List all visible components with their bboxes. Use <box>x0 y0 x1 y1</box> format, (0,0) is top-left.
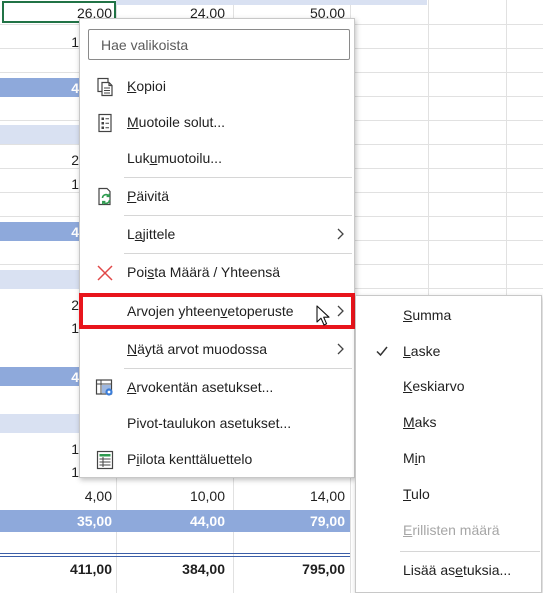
table-cell[interactable]: 1 <box>0 462 79 482</box>
menu-item-remove-field[interactable]: Poista Määrä / Yhteensä <box>81 254 353 290</box>
format-cells-icon <box>98 113 112 133</box>
menu-item-label: Arvokentän asetukset... <box>127 379 274 395</box>
table-cell[interactable]: 44,00 <box>117 511 225 531</box>
mouse-cursor-icon <box>316 305 330 326</box>
menu-item-number-format[interactable]: Lukumuotoilu... <box>81 140 353 176</box>
table-cell[interactable]: 1 <box>0 32 79 52</box>
submenu-item-sum[interactable]: Summa <box>357 297 541 333</box>
group-band <box>0 125 79 144</box>
table-cell[interactable]: 795,00 <box>234 559 345 579</box>
table-cell[interactable]: 4 <box>0 367 79 387</box>
menu-item-label: Kopioi <box>127 78 166 94</box>
grand-total-border <box>0 553 350 557</box>
submenu-item-product[interactable]: Tulo <box>357 476 541 512</box>
menu-item-pivot-options[interactable]: Pivot-taulukon asetukset... <box>81 405 353 441</box>
checkmark-icon <box>376 346 388 357</box>
menu-search-input[interactable] <box>88 29 350 60</box>
menu-item-copy[interactable]: Kopioi <box>81 68 353 104</box>
copy-icon <box>97 77 113 97</box>
submenu-item-label: Laske <box>403 343 441 359</box>
table-cell[interactable]: 1 <box>0 439 79 459</box>
submenu-item-label: Lisää asetuksia... <box>403 562 512 578</box>
submenu-item-distinct-count: Erillisten määrä <box>357 512 541 548</box>
menu-item-label: Pivot-taulukon asetukset... <box>127 415 292 431</box>
chevron-right-icon <box>337 305 344 317</box>
menu-item-value-field-settings[interactable]: Arvokentän asetukset... <box>81 369 353 405</box>
table-cell[interactable]: 2 <box>0 150 79 170</box>
menu-item-show-values-as[interactable]: Näytä arvot muodossa <box>81 331 353 367</box>
group-band <box>0 270 79 289</box>
submenu-item-min[interactable]: Min <box>357 440 541 476</box>
menu-item-sort[interactable]: Lajittele <box>81 216 353 252</box>
submenu-item-max[interactable]: Maks <box>357 404 541 440</box>
menu-item-summarize-values-by[interactable]: Arvojen yhteenvetoperuste <box>79 293 355 329</box>
table-cell[interactable]: 4,00 <box>0 486 112 506</box>
context-menu: Kopioi Muotoile solut... Lukumuotoilu...… <box>79 18 355 478</box>
refresh-icon <box>98 187 111 206</box>
menu-item-label: Arvojen yhteenvetoperuste <box>127 303 294 319</box>
table-cell[interactable]: 384,00 <box>117 559 225 579</box>
table-cell[interactable]: 2 <box>0 295 79 315</box>
submenu-item-label: Keskiarvo <box>403 378 465 394</box>
table-cell[interactable]: 411,00 <box>0 559 112 579</box>
submenu-item-label: Erillisten määrä <box>403 522 500 538</box>
table-cell[interactable]: 14,00 <box>234 486 345 506</box>
submenu-item-label: Min <box>403 450 426 466</box>
submenu-item-count[interactable]: Laske <box>357 333 541 369</box>
summarize-by-submenu: Summa Laske Keskiarvo Maks Min Tulo Eril… <box>355 295 542 593</box>
field-list-icon <box>96 450 114 470</box>
menu-item-label: Näytä arvot muodossa <box>127 341 268 357</box>
menu-item-refresh[interactable]: Päivitä <box>81 178 353 214</box>
table-cell[interactable]: 35,00 <box>0 511 112 531</box>
menu-item-hide-field-list[interactable]: Piilota kenttäluettelo <box>81 441 353 477</box>
menu-item-label: Piilota kenttäluettelo <box>127 451 253 467</box>
field-settings-icon <box>95 379 113 396</box>
submenu-item-label: Maks <box>403 414 437 430</box>
table-cell[interactable]: 1 <box>0 174 79 194</box>
submenu-item-label: Tulo <box>403 486 430 502</box>
table-cell[interactable]: 79,00 <box>234 511 345 531</box>
submenu-item-average[interactable]: Keskiarvo <box>357 368 541 404</box>
menu-item-label: Lajittele <box>127 226 176 242</box>
group-band <box>0 414 79 433</box>
menu-item-format-cells[interactable]: Muotoile solut... <box>81 104 353 140</box>
menu-item-label: Muotoile solut... <box>127 114 226 130</box>
submenu-item-label: Summa <box>403 307 452 323</box>
table-cell[interactable]: 4 <box>0 222 79 242</box>
close-icon <box>97 265 113 281</box>
chevron-right-icon <box>337 228 344 240</box>
menu-item-label: Päivitä <box>127 188 170 204</box>
submenu-item-more-options[interactable]: Lisää asetuksia... <box>357 552 541 588</box>
chevron-right-icon <box>337 343 344 355</box>
menu-item-label: Poista Määrä / Yhteensä <box>127 264 281 280</box>
table-cell[interactable]: 1 <box>0 318 79 338</box>
menu-item-label: Lukumuotoilu... <box>127 150 222 166</box>
table-cell[interactable]: 4 <box>0 78 79 98</box>
table-cell[interactable]: 10,00 <box>117 486 225 506</box>
